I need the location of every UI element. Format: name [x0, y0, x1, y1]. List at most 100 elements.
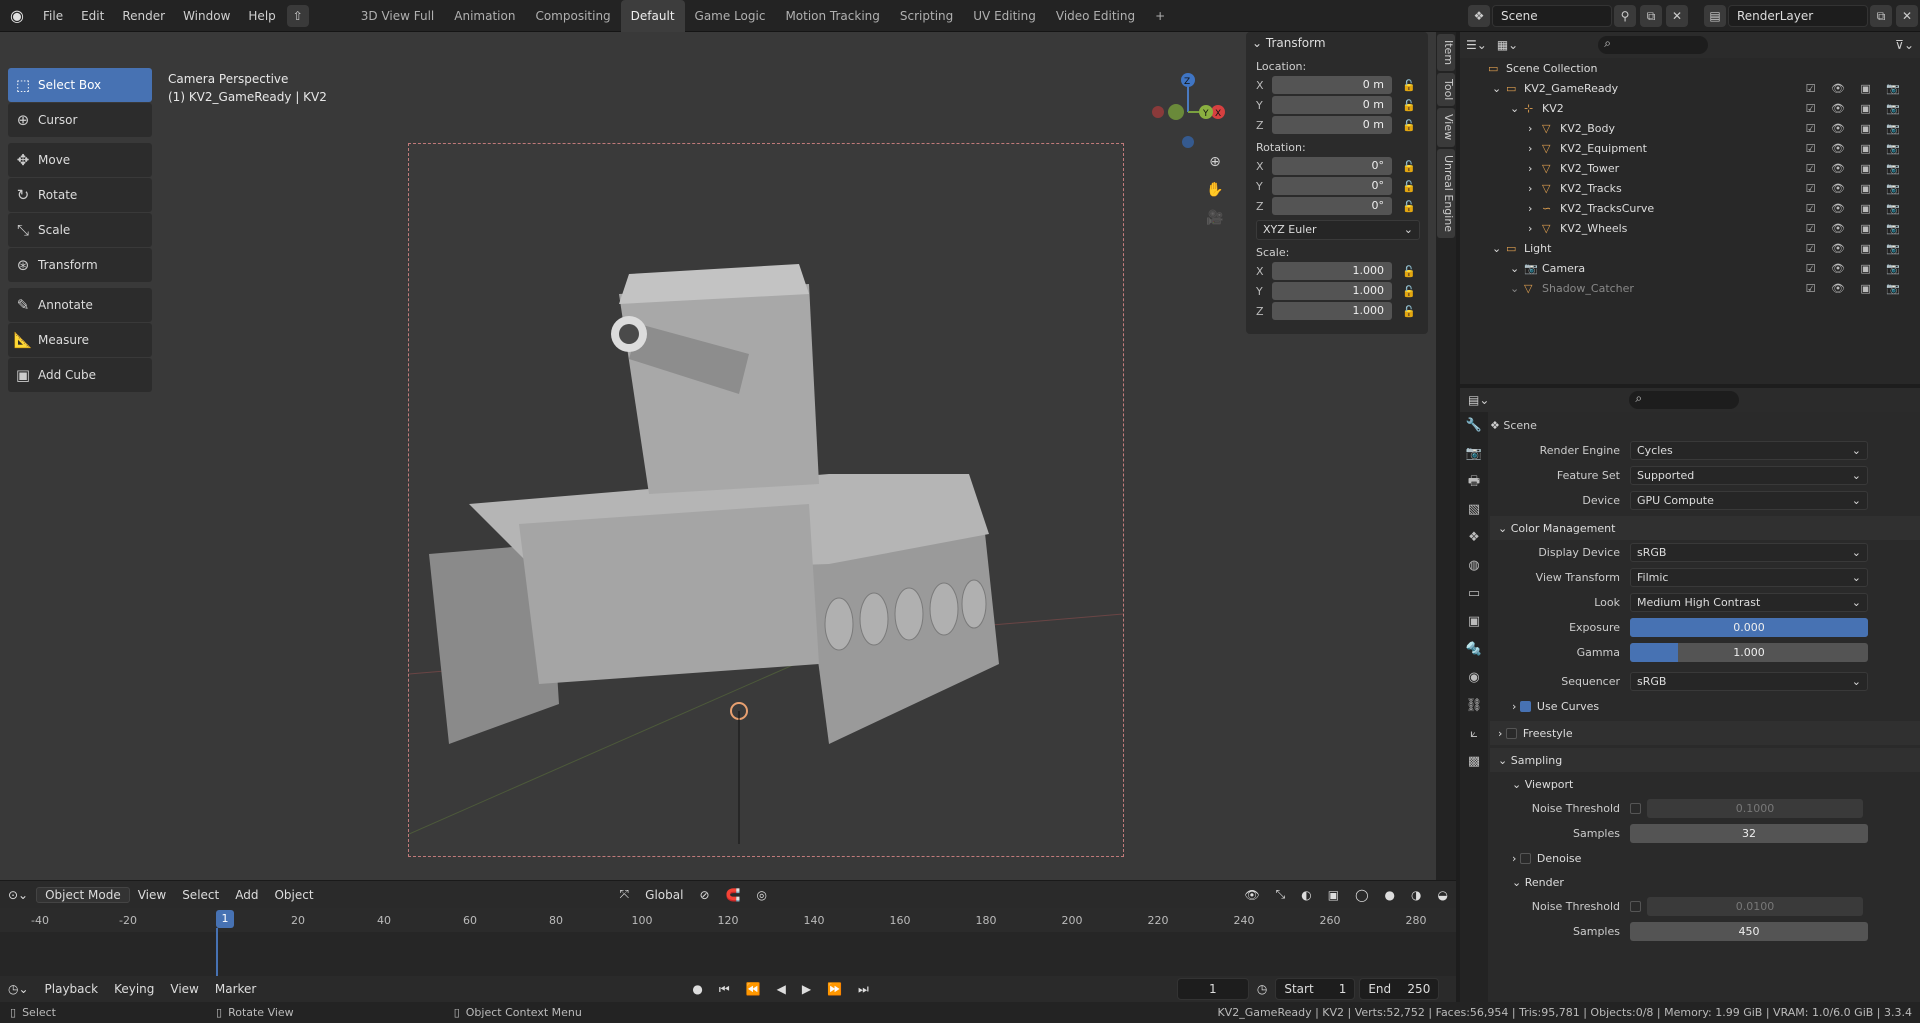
- mode-select[interactable]: Object Mode: [36, 886, 130, 903]
- visibility-toggles[interactable]: ☑ 👁 ▣ 📷: [1806, 242, 1906, 255]
- visibility-toggles[interactable]: ☑ 👁 ▣ 📷: [1806, 102, 1906, 115]
- start-field[interactable]: Start 1: [1275, 978, 1356, 1000]
- tab-compositing[interactable]: Compositing: [525, 0, 620, 32]
- view-layer-field[interactable]: RenderLayer: [1728, 5, 1868, 27]
- filter-icon[interactable]: ⊽⌄: [1895, 38, 1914, 52]
- visibility-toggles[interactable]: ☑ 👁 ▣ 📷: [1806, 222, 1906, 235]
- viewport-menu-select[interactable]: Select: [174, 888, 227, 902]
- collapse-chevron-icon[interactable]: ⌄: [1252, 36, 1266, 50]
- properties-search-input[interactable]: ⌕: [1629, 391, 1740, 409]
- outliner-item-camera[interactable]: ⌄ 📷 Camera ☑ 👁 ▣ 📷: [1460, 258, 1920, 278]
- viewport-menu-view[interactable]: View: [130, 888, 174, 902]
- jump-start-icon[interactable]: ⏮: [711, 982, 738, 997]
- color-management-panel[interactable]: ⌄ Color Management: [1490, 516, 1920, 540]
- add-workspace-button[interactable]: +: [1145, 0, 1175, 32]
- editor-type-icon[interactable]: ⊙⌄: [0, 888, 36, 902]
- expand-arrow-icon[interactable]: ⌄: [1510, 282, 1524, 295]
- sidebar-tab-item[interactable]: Item: [1437, 34, 1455, 72]
- lock-icon[interactable]: 🔓: [1402, 160, 1416, 173]
- tab-game-logic[interactable]: Game Logic: [685, 0, 776, 32]
- device-select[interactable]: GPU Compute ⌄: [1630, 491, 1868, 510]
- pin-icon[interactable]: ⚲: [1614, 5, 1636, 27]
- tool-tab-icon[interactable]: 🔧: [1460, 412, 1488, 440]
- xray-icon[interactable]: ▣: [1320, 888, 1347, 902]
- tool-scale[interactable]: ⤡ Scale: [8, 213, 152, 247]
- visibility-toggles[interactable]: ☑ 👁 ▣ 📷: [1806, 142, 1906, 155]
- outliner-item-kv2-trackscurve[interactable]: › ∽ KV2_TracksCurve ☑ 👁 ▣ 📷: [1460, 198, 1920, 218]
- record-icon[interactable]: ●: [684, 982, 710, 996]
- timeline-menu-marker[interactable]: Marker: [207, 982, 264, 996]
- lock-icon[interactable]: 🔓: [1402, 99, 1416, 112]
- blender-logo-icon[interactable]: ◉: [0, 0, 34, 32]
- menu-edit[interactable]: Edit: [72, 0, 113, 32]
- orientation-select[interactable]: Global: [637, 888, 691, 902]
- outliner-search-input[interactable]: ⌕: [1598, 36, 1709, 54]
- next-key-icon[interactable]: ⏩: [819, 982, 850, 996]
- frame-field[interactable]: 1: [1176, 978, 1249, 1000]
- tab-uv-editing[interactable]: UV Editing: [963, 0, 1046, 32]
- freestyle-panel[interactable]: › Freestyle: [1490, 721, 1920, 745]
- tool-move[interactable]: ✥ Move: [8, 143, 152, 177]
- new-scene-icon[interactable]: ⧉: [1640, 5, 1662, 27]
- scale-y-field[interactable]: 1.000: [1272, 282, 1392, 300]
- shading-rendered-icon[interactable]: ◒: [1430, 888, 1456, 902]
- outliner-item-light[interactable]: ⌄ ▭ Light ☑ 👁 ▣ 📷: [1460, 238, 1920, 258]
- jump-end-icon[interactable]: ⏭: [850, 982, 877, 997]
- output-tab-icon[interactable]: 🖶: [1460, 468, 1488, 496]
- timeline-menu-keying[interactable]: Keying: [106, 982, 162, 996]
- tab-video-editing[interactable]: Video Editing: [1046, 0, 1145, 32]
- tool-select-box[interactable]: ⬚ Select Box: [8, 68, 152, 102]
- outliner-item-kv2-tracks[interactable]: › ▽ KV2_Tracks ☑ 👁 ▣ 📷: [1460, 178, 1920, 198]
- sidebar-tab-view[interactable]: View: [1437, 108, 1455, 147]
- r-noise-threshold-field[interactable]: 0.0100: [1647, 897, 1863, 916]
- rotation-y-field[interactable]: 0°: [1272, 177, 1392, 195]
- visibility-toggles[interactable]: ☑ 👁 ▣ 📷: [1806, 182, 1906, 195]
- location-y-field[interactable]: 0 m: [1272, 96, 1392, 114]
- shading-material-icon[interactable]: ◑: [1403, 888, 1429, 902]
- viewport-subpanel[interactable]: ⌄ Viewport: [1490, 772, 1920, 796]
- render-tab-icon[interactable]: 📷: [1460, 440, 1488, 468]
- lock-icon[interactable]: 🔓: [1402, 285, 1416, 298]
- visibility-icon[interactable]: 👁: [1236, 888, 1267, 902]
- proportional-edit-icon[interactable]: ◎: [748, 888, 774, 902]
- snap-icon[interactable]: 🧲: [718, 888, 749, 902]
- outliner-item-kv2[interactable]: ⌄ ⊹ KV2 ☑ 👁 ▣ 📷: [1460, 98, 1920, 118]
- outliner-editor-icon[interactable]: ☰⌄: [1466, 38, 1487, 52]
- shading-solid-icon[interactable]: ●: [1377, 888, 1403, 902]
- outliner-item-kv2-wheels[interactable]: › ▽ KV2_Wheels ☑ 👁 ▣ 📷: [1460, 218, 1920, 238]
- view-transform-select[interactable]: Filmic ⌄: [1630, 568, 1868, 587]
- denoise-subpanel[interactable]: › Denoise: [1490, 846, 1920, 870]
- pan-hand-icon[interactable]: ✋: [1204, 182, 1226, 210]
- shading-wireframe-icon[interactable]: ◯: [1347, 888, 1376, 902]
- outliner-item-shadow-catcher[interactable]: ⌄ ▽ Shadow_Catcher ☑ 👁 ▣ 📷: [1460, 278, 1920, 298]
- navigation-gizmo[interactable]: Z X Y: [1148, 72, 1228, 152]
- viewport-menu-object[interactable]: Object: [266, 888, 321, 902]
- physics-tab-icon[interactable]: ◉: [1460, 664, 1488, 692]
- outliner-item-kv2-gameready[interactable]: ⌄ ▭ KV2_GameReady ☑ 👁 ▣ 📷: [1460, 78, 1920, 98]
- look-select[interactable]: Medium High Contrast ⌄: [1630, 593, 1868, 612]
- visibility-toggles[interactable]: ☑ 👁 ▣ 📷: [1806, 82, 1906, 95]
- tool-add-cube[interactable]: ▣ Add Cube: [8, 358, 152, 392]
- sidebar-tab-tool[interactable]: Tool: [1437, 73, 1455, 107]
- clock-icon[interactable]: ◷: [1249, 982, 1275, 996]
- scene-icon[interactable]: ❖: [1468, 5, 1490, 27]
- properties-editor-icon[interactable]: ▤⌄: [1468, 393, 1489, 407]
- expand-arrow-icon[interactable]: ⌄: [1510, 262, 1524, 275]
- play-reverse-icon[interactable]: ◀: [769, 982, 794, 996]
- exposure-slider[interactable]: 0.000: [1630, 618, 1868, 637]
- timeline-menu-view[interactable]: View: [162, 982, 206, 996]
- expand-arrow-icon[interactable]: ›: [1528, 162, 1542, 175]
- world-tab-icon[interactable]: ◍: [1460, 552, 1488, 580]
- new-layer-icon[interactable]: ⧉: [1870, 5, 1892, 27]
- checkbox-icon[interactable]: [1505, 727, 1517, 739]
- menu-render[interactable]: Render: [113, 0, 174, 32]
- visibility-toggles[interactable]: ☑ 👁 ▣ 📷: [1806, 282, 1906, 295]
- vp-samples-field[interactable]: 32: [1630, 824, 1868, 843]
- expand-arrow-icon[interactable]: ⌄: [1492, 242, 1506, 255]
- rotation-z-field[interactable]: 0°: [1272, 197, 1392, 215]
- texture-tab-icon[interactable]: ▩: [1460, 748, 1488, 776]
- lock-icon[interactable]: 🔓: [1402, 305, 1416, 318]
- rotation-mode-select[interactable]: XYZ Euler ⌄: [1256, 220, 1420, 240]
- expand-arrow-icon[interactable]: ›: [1528, 202, 1542, 215]
- timeline[interactable]: -40 -20 20 40 60 80 100 120 140 160 180 200 220 240 26…: [0, 908, 1456, 976]
